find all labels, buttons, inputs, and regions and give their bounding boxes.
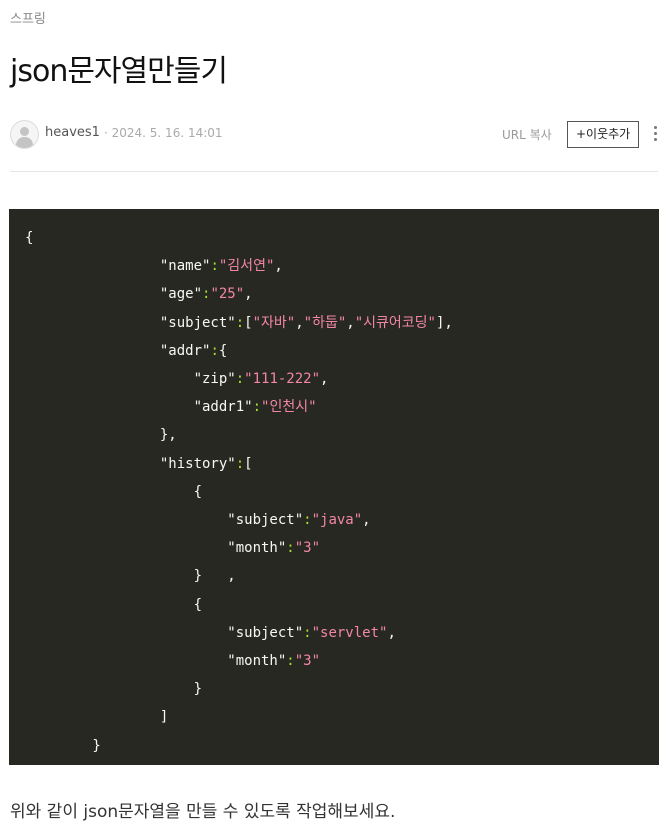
code-token: "month" (25, 540, 287, 557)
code-token: "addr1" (25, 399, 253, 416)
code-line: { (25, 224, 453, 252)
more-options-icon[interactable] (652, 124, 658, 144)
avatar-head (20, 127, 29, 136)
code-token: ] (25, 709, 169, 726)
code-token: [ (244, 314, 253, 331)
code-token: , (320, 371, 329, 388)
code-token: "김서연" (218, 258, 275, 275)
code-token: : (286, 540, 295, 557)
code-token: : (235, 455, 245, 472)
code-line: "subject":["자바","하둡","시큐어코딩"], (25, 309, 453, 337)
code-token: { (25, 596, 203, 613)
code-token: "하둡" (303, 314, 347, 331)
code-token: "month" (25, 653, 287, 670)
code-content: { "name":"김서연", "age":"25", "subject":["… (25, 224, 453, 760)
code-token: { (218, 342, 228, 359)
code-token: , (387, 624, 396, 641)
code-line: } (25, 732, 453, 760)
post-title: json문자열만들기 (10, 54, 228, 89)
code-block: { "name":"김서연", "age":"25", "subject":["… (9, 209, 659, 765)
avatar-body (16, 137, 33, 148)
code-line: "addr":{ (25, 337, 453, 365)
post-date: · 2024. 5. 16. 14:01 (104, 126, 223, 140)
code-line: "age":"25", (25, 280, 453, 308)
code-line: }, (25, 421, 453, 449)
code-token: "subject" (25, 314, 236, 331)
code-line: "month":"3" (25, 534, 453, 562)
code-line: "history":[ (25, 450, 453, 478)
code-token: : (210, 258, 219, 275)
code-token: , (274, 258, 283, 275)
code-line: "subject":"java", (25, 506, 453, 534)
code-token: : (235, 371, 245, 388)
code-token: : (235, 314, 245, 331)
divider (10, 171, 658, 172)
code-token: "3" (294, 540, 321, 557)
code-token: "인천시" (261, 399, 317, 416)
code-token: "시큐어코딩" (354, 314, 436, 331)
code-line: } (25, 675, 453, 703)
code-line: } , (25, 562, 453, 590)
code-line: { (25, 478, 453, 506)
code-token: "name" (25, 258, 211, 275)
category-link[interactable]: 스프링 (10, 8, 46, 27)
code-token: "java" (311, 512, 363, 529)
code-line: "month":"3" (25, 647, 453, 675)
code-token: "subject" (25, 512, 304, 529)
code-token: { (25, 483, 203, 500)
code-token: ], (435, 314, 453, 331)
code-line: { (25, 591, 453, 619)
code-token: , (362, 512, 371, 529)
code-line: ] (25, 703, 453, 731)
post-meta: heaves1 · 2024. 5. 16. 14:01 URL 복사 +이웃추… (10, 120, 660, 150)
code-token: , (244, 286, 253, 303)
add-neighbor-button[interactable]: +이웃추가 (567, 121, 640, 148)
code-token: , (346, 314, 355, 331)
code-token: , (295, 314, 304, 331)
code-token: : (210, 342, 219, 359)
code-token: : (252, 399, 262, 416)
code-token: "servlet" (311, 624, 388, 641)
author-name[interactable]: heaves1 (45, 125, 100, 140)
post-body-text: 위와 같이 json문자열을 만들 수 있도록 작업해보세요. (10, 802, 396, 822)
code-line: "subject":"servlet", (25, 619, 453, 647)
code-token: { (25, 230, 34, 246)
code-token: : (303, 512, 312, 529)
code-line: "addr1":"인천시" (25, 393, 453, 421)
code-token: : (303, 624, 312, 641)
code-token: "25" (210, 286, 245, 303)
url-copy-button[interactable]: URL 복사 (502, 126, 552, 143)
code-line: "zip":"111-222", (25, 365, 453, 393)
code-token: : (286, 653, 295, 670)
code-token: } (25, 737, 101, 754)
code-token: "addr" (25, 342, 211, 359)
code-token: "111-222" (244, 371, 321, 388)
code-token: }, (25, 427, 177, 444)
code-line: "name":"김서연", (25, 252, 453, 280)
code-token: "zip" (25, 371, 236, 388)
code-token: "age" (25, 286, 203, 303)
code-token: } (25, 681, 203, 698)
avatar[interactable] (10, 120, 39, 149)
code-token: "history" (25, 455, 236, 472)
code-token: "자바" (252, 314, 296, 331)
code-token: } , (25, 568, 236, 585)
code-token: "subject" (25, 624, 304, 641)
code-token: [ (244, 455, 253, 472)
code-token: "3" (294, 653, 321, 670)
